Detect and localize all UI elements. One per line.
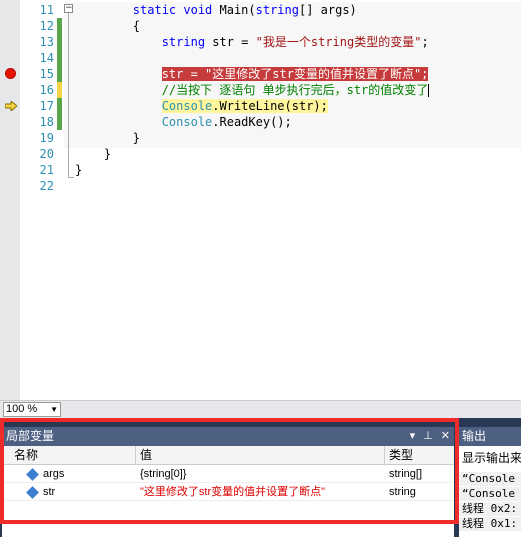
code-text: } <box>75 163 83 177</box>
code-text: } <box>75 147 112 161</box>
chevron-down-icon[interactable]: ▼ <box>50 403 58 416</box>
line-number: 15 <box>39 67 54 81</box>
output-title[interactable]: 输出 <box>459 427 521 446</box>
change-marker <box>57 66 62 82</box>
variable-value-cell[interactable]: "这里修改了str变量的值并设置了断点" <box>136 484 356 501</box>
output-source-label[interactable]: 显示输出来 <box>462 449 521 466</box>
code-line[interactable]: 14 <box>0 50 521 66</box>
output-panel: 输出 显示输出来 “Console “Console 线程 0x2: 线程 0x… <box>459 427 521 537</box>
change-marker <box>57 114 62 130</box>
current-statement-arrow-icon <box>5 101 17 111</box>
line-number: 22 <box>39 179 54 193</box>
variable-value-cell[interactable]: {string[0]} <box>136 466 385 483</box>
locals-title: 局部变量 <box>6 429 55 443</box>
dropdown-icon[interactable]: ▾ <box>410 427 416 446</box>
change-marker <box>57 82 62 98</box>
variable-type-cell: string[] <box>389 468 423 480</box>
line-number: 16 <box>39 83 54 97</box>
code-text: static void Main(string[] args) <box>75 3 357 17</box>
zoom-value: 100 % <box>6 403 38 415</box>
variable-type-cell: string <box>389 486 416 498</box>
code-line[interactable]: 16 //当按下 逐语句 单步执行完后，str的值改变了 <box>0 82 521 98</box>
breakpoint-icon[interactable] <box>5 68 16 79</box>
code-text: } <box>75 131 141 145</box>
code-line-breakpoint[interactable]: 15 str = "这里修改了str变量的值并设置了断点"; <box>0 66 521 82</box>
locals-grid-header: 名称 值 类型 <box>2 446 454 465</box>
output-line: 线程 0x1: <box>459 517 521 531</box>
column-header-value[interactable]: 值 <box>136 446 385 465</box>
code-line[interactable]: 20 } <box>0 146 521 162</box>
code-line[interactable]: 12 { <box>0 18 521 34</box>
code-text: str = "这里修改了str变量的值并设置了断点"; <box>161 67 429 81</box>
column-header-name[interactable]: 名称 <box>10 446 136 465</box>
line-number: 21 <box>39 163 54 177</box>
change-marker <box>57 50 62 66</box>
code-editor[interactable]: − 11 static void Main(string[] args) 12 … <box>0 0 521 400</box>
code-line[interactable]: 18 Console.ReadKey(); <box>0 114 521 130</box>
code-line[interactable]: 21 } <box>0 162 521 178</box>
text-caret <box>428 84 430 97</box>
change-marker <box>57 18 62 34</box>
variable-name-cell: args <box>24 466 136 483</box>
pin-icon[interactable]: ⊥ <box>423 427 433 446</box>
change-marker <box>57 98 62 114</box>
table-row[interactable]: str "这里修改了str变量的值并设置了断点" 🔍▾ string <box>2 484 454 501</box>
column-header-type[interactable]: 类型 <box>385 446 454 465</box>
line-number: 18 <box>39 115 54 129</box>
code-text: string str = "我是一个string类型的变量"; <box>161 35 429 49</box>
code-line[interactable]: 13 string str = "我是一个string类型的变量"; <box>0 34 521 50</box>
locals-title-bar[interactable]: 局部变量 ▾ ⊥ ✕ <box>2 427 454 446</box>
line-number: 12 <box>39 19 54 33</box>
output-line: “Console <box>459 472 521 486</box>
close-icon[interactable]: ✕ <box>441 427 450 446</box>
change-marker <box>57 34 62 50</box>
variable-name-cell: str <box>24 484 136 501</box>
zoom-dropdown[interactable]: 100 % ▼ <box>3 402 61 417</box>
code-line[interactable]: 11 static void Main(string[] args) <box>0 2 521 18</box>
code-text: { <box>75 19 141 33</box>
line-number: 13 <box>39 35 54 49</box>
line-number: 11 <box>39 3 54 17</box>
line-number: 14 <box>39 51 54 65</box>
line-number: 19 <box>39 131 54 145</box>
editor-status-bar: 100 % ▼ <box>0 400 521 418</box>
code-line[interactable]: 19 } <box>0 130 521 146</box>
code-line-current[interactable]: 17 Console.WriteLine(str); <box>0 98 521 114</box>
locals-panel: 局部变量 ▾ ⊥ ✕ 名称 值 类型 args {string[0]} stri… <box>2 427 454 537</box>
code-text: //当按下 逐语句 单步执行完后，str的值改变了 <box>75 83 430 97</box>
field-icon <box>26 485 39 499</box>
code-text: Console.WriteLine(str); <box>161 99 328 113</box>
output-line: “Console <box>459 487 521 501</box>
code-line[interactable]: 22 <box>0 178 521 194</box>
output-line: 线程 0x2: <box>459 502 521 516</box>
table-row[interactable]: args {string[0]} string[] <box>2 466 454 483</box>
code-text: Console.ReadKey(); <box>161 115 292 129</box>
line-number: 17 <box>39 99 54 113</box>
line-number: 20 <box>39 147 54 161</box>
field-icon <box>26 467 39 481</box>
